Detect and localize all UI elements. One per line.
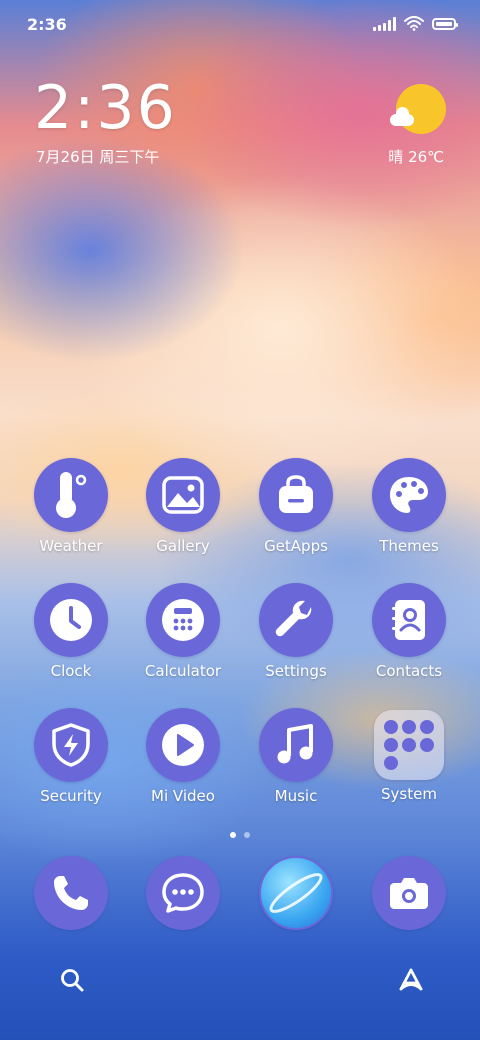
battery-icon (432, 17, 458, 30)
app-contacts[interactable]: Contacts (359, 583, 459, 680)
app-label: Contacts (375, 662, 443, 680)
folder-app-icon (384, 738, 398, 752)
status-time: 2:36 (27, 15, 67, 34)
folder-app-icon (384, 720, 398, 734)
thermometer-icon (34, 458, 108, 532)
app-gallery[interactable]: Gallery (133, 458, 233, 555)
app-folder-system[interactable]: System (359, 708, 459, 803)
app-label: Themes (379, 537, 439, 555)
music-note-icon (259, 708, 333, 782)
signal-icon (373, 16, 396, 31)
app-label: Clock (50, 662, 92, 680)
calculator-icon (146, 583, 220, 657)
cloud-icon (390, 107, 414, 126)
weather-summary: 晴 26℃ (388, 148, 444, 166)
status-icons (373, 16, 458, 31)
app-label: Gallery (156, 537, 210, 555)
app-label: Weather (39, 537, 103, 555)
bag-icon (259, 458, 333, 532)
folder-app-icon (384, 756, 398, 770)
app-label: System (381, 785, 437, 803)
app-label: Music (274, 787, 318, 805)
search-icon[interactable] (58, 966, 86, 998)
app-vault-icon[interactable] (396, 966, 426, 998)
app-label: GetApps (264, 537, 328, 555)
status-bar: 2:36 (0, 0, 480, 50)
clock-icon (34, 583, 108, 657)
page-dot[interactable] (230, 832, 236, 838)
app-settings[interactable]: Settings (246, 583, 346, 680)
app-label: Calculator (144, 662, 222, 680)
chat-bubble-icon (146, 856, 220, 930)
app-label: Security (40, 787, 102, 805)
app-weather[interactable]: Weather (21, 458, 121, 555)
wrench-icon (259, 583, 333, 657)
dock-phone[interactable] (21, 856, 121, 930)
app-clock[interactable]: Clock (21, 583, 121, 680)
folder-app-icon (402, 720, 416, 734)
folder-app-icon (420, 720, 434, 734)
wifi-icon (404, 16, 424, 31)
folder-icon (374, 710, 444, 780)
palette-icon (372, 458, 446, 532)
app-getapps[interactable]: GetApps (246, 458, 346, 555)
dock-browser[interactable] (246, 856, 346, 930)
app-themes[interactable]: Themes (359, 458, 459, 555)
page-dot[interactable] (244, 832, 250, 838)
camera-icon (372, 856, 446, 930)
dock-camera[interactable] (359, 856, 459, 930)
dock-messages[interactable] (133, 856, 233, 930)
planet-icon (259, 856, 333, 930)
clock-widget-date: 7月26日 周三下午 (36, 148, 160, 166)
play-icon (146, 708, 220, 782)
folder-app-icon (402, 738, 416, 752)
folder-app-icon (420, 738, 434, 752)
app-mi-video[interactable]: Mi Video (133, 708, 233, 805)
shield-bolt-icon (34, 708, 108, 782)
app-calculator[interactable]: Calculator (133, 583, 233, 680)
image-icon (146, 458, 220, 532)
phone-icon (34, 856, 108, 930)
app-music[interactable]: Music (246, 708, 346, 805)
contacts-book-icon (372, 583, 446, 657)
clock-widget-time[interactable]: 2:36 (34, 78, 177, 138)
page-indicator (0, 832, 480, 838)
app-label: Mi Video (151, 787, 215, 805)
app-security[interactable]: Security (21, 708, 121, 805)
app-label: Settings (265, 662, 327, 680)
